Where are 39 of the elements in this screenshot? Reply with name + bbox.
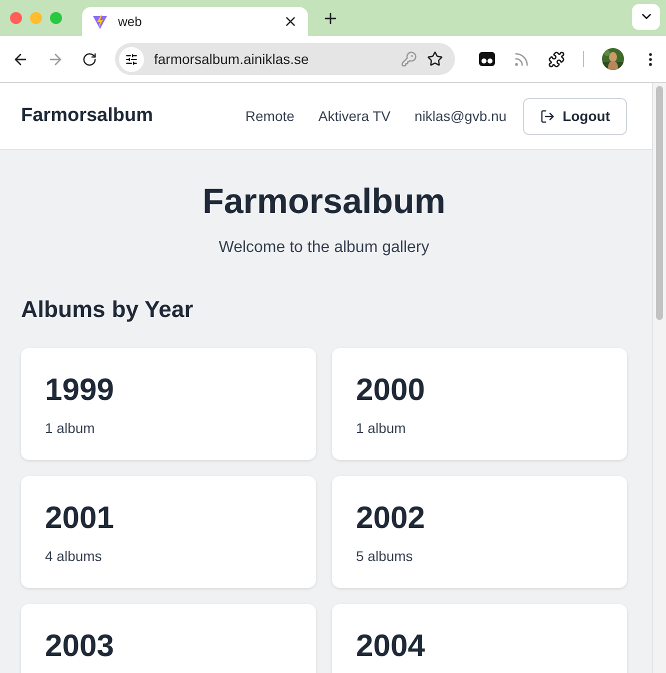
sliders-icon [125,52,138,66]
page-title: Farmorsalbum [201,182,447,222]
close-icon[interactable] [283,14,298,29]
year-title: 2003 [45,628,115,664]
album-count: 5 albums [356,548,414,564]
url-text: farmorsalbum.ainiklas.se [154,51,310,67]
year-title: 1999 [45,372,115,408]
tab-list-button[interactable] [632,4,660,30]
logout-icon [540,108,555,124]
section-title: Albums by Year [21,295,194,324]
album-year-card[interactable]: 2004 [332,604,627,673]
logo-icon [92,14,108,30]
year-title: 2001 [45,500,115,536]
reload-icon[interactable] [82,52,97,66]
album-count: 1 album [45,420,96,436]
page-subtitle: Welcome to the album gallery [218,238,430,258]
year-title: 2002 [356,500,426,536]
album-count: 4 albums [45,548,103,564]
album-year-card[interactable]: 2002 5 albums [332,476,627,588]
brand-title[interactable]: Farmorsalbum [21,105,153,127]
puzzle-icon[interactable] [548,50,565,68]
year-title: 2000 [356,372,426,408]
album-count: 1 album [356,420,407,436]
nav-link[interactable]: niklas@gvb.nu [414,108,507,124]
album-year-card[interactable]: 2001 4 albums [21,476,316,588]
logout-button[interactable]: Logout [522,98,627,134]
nav-link[interactable]: Remote [245,108,294,124]
album-year-card[interactable]: 2000 1 album [332,348,627,460]
album-year-card[interactable]: 1999 1 album [21,348,316,460]
star-icon[interactable] [427,51,443,67]
extension-icon[interactable] [479,52,495,66]
browser-tab[interactable]: web [82,7,308,36]
year-title: 2004 [356,628,426,664]
album-year-card[interactable]: 2003 [21,604,316,673]
rss-icon[interactable] [513,50,530,68]
site-settings-button[interactable] [119,46,144,72]
tab-title: web [118,14,143,29]
nav-link[interactable]: Aktivera TV [318,108,391,124]
address-bar[interactable]: farmorsalbum.ainiklas.se [115,43,455,75]
